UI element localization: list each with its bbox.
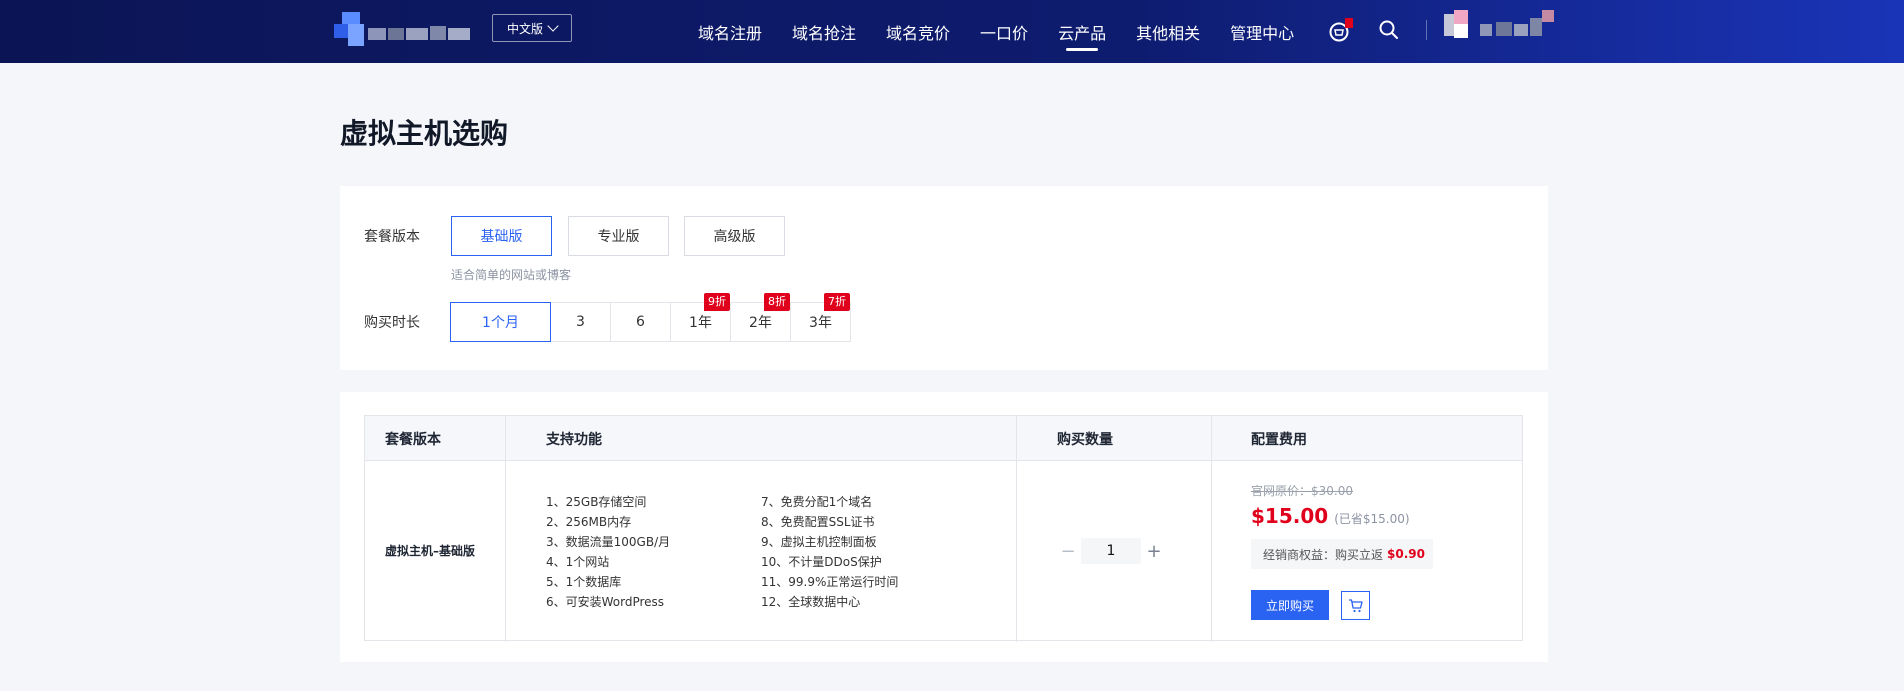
col-price: 配置费用 <box>1251 431 1307 448</box>
reseller-rebate: 经销商权益：购买立返 $0.90 <box>1251 539 1433 569</box>
duration-option-3y[interactable]: 3年 7折 <box>790 293 851 342</box>
column-divider <box>505 416 506 642</box>
cloud-shop-icon[interactable] <box>1328 18 1353 42</box>
nav-management-center[interactable]: 管理中心 <box>1230 0 1294 63</box>
duration-label: 购买时长 <box>364 315 420 331</box>
discount-badge: 8折 <box>764 293 790 311</box>
col-quantity: 购买数量 <box>1057 431 1113 448</box>
nav-cloud-products[interactable]: 云产品 <box>1058 0 1106 63</box>
plan-option-basic[interactable]: 基础版 <box>451 216 552 256</box>
header-divider <box>1426 20 1427 40</box>
feature-item: 6、可安装WordPress <box>546 595 665 609</box>
original-price: 官网原价：$30.00 <box>1251 484 1353 498</box>
col-features: 支持功能 <box>546 431 602 448</box>
discount-badge: 9折 <box>704 293 730 311</box>
nav-fixed-price[interactable]: 一口价 <box>980 0 1028 63</box>
duration-label-text: 1年 <box>689 315 712 331</box>
duration-option-3[interactable]: 3 <box>550 302 611 342</box>
nav-others[interactable]: 其他相关 <box>1136 0 1200 63</box>
plan-hint: 适合简单的网站或博客 <box>451 268 572 282</box>
feature-item: 9、虚拟主机控制面板 <box>761 535 877 549</box>
order-table: 套餐版本 支持功能 购买数量 配置费用 虚拟主机–基础版 1、25GB存储空间 … <box>364 415 1523 642</box>
duration-label-text: 6 <box>636 314 645 330</box>
top-nav-bar: 中文版 域名注册 域名抢注 域名竞价 一口价 云产品 其他相关 管理中心 <box>0 0 1904 63</box>
table-header: 套餐版本 支持功能 购买数量 配置费用 <box>365 416 1522 461</box>
discount-badge: 7折 <box>824 293 850 311</box>
cart-icon <box>1348 598 1363 612</box>
rebate-amount: $0.90 <box>1387 547 1425 561</box>
duration-option-1m[interactable]: 1个月 <box>450 302 551 342</box>
price-saved: (已省$15.00) <box>1334 512 1410 526</box>
feature-item: 3、数据流量100GB/月 <box>546 535 671 549</box>
config-panel: 套餐版本 基础版 专业版 高级版 适合简单的网站或博客 购买时长 1个月 3 6… <box>340 186 1548 370</box>
page-title: 虚拟主机选购 <box>340 117 509 150</box>
quantity-increase-button[interactable]: + <box>1141 538 1167 564</box>
feature-item: 12、全球数据中心 <box>761 595 861 609</box>
current-price-row: $15.00 (已省$15.00) <box>1251 504 1410 528</box>
nav-domain-register[interactable]: 域名注册 <box>698 0 762 63</box>
duration-label-text: 3年 <box>809 315 832 331</box>
user-avatar[interactable] <box>1444 10 1556 44</box>
duration-option-6[interactable]: 6 <box>610 302 671 342</box>
feature-item: 8、免费配置SSL证书 <box>761 515 875 529</box>
duration-label-text: 1个月 <box>482 315 519 331</box>
rebate-label: 经销商权益：购买立返 <box>1263 547 1384 562</box>
feature-item: 4、1个网站 <box>546 555 610 569</box>
site-logo[interactable] <box>334 10 474 48</box>
col-plan: 套餐版本 <box>385 431 441 448</box>
feature-item: 2、256MB内存 <box>546 515 632 529</box>
duration-label-text: 3 <box>576 314 585 330</box>
column-divider <box>1016 416 1017 642</box>
plan-option-advanced[interactable]: 高级版 <box>684 216 785 256</box>
quantity-input[interactable]: 1 <box>1081 538 1141 564</box>
add-to-cart-button[interactable] <box>1341 591 1370 620</box>
feature-item: 10、不计量DDoS保护 <box>761 555 882 569</box>
plan-label: 套餐版本 <box>364 229 420 245</box>
feature-item: 1、25GB存储空间 <box>546 495 647 509</box>
duration-label-text: 2年 <box>749 315 772 331</box>
nav-domain-backorder[interactable]: 域名抢注 <box>792 0 856 63</box>
column-divider <box>1211 416 1212 642</box>
buy-now-button[interactable]: 立即购买 <box>1251 590 1329 620</box>
quantity-stepper: − 1 + <box>1055 538 1167 564</box>
current-price: $15.00 <box>1251 504 1329 528</box>
duration-option-1y[interactable]: 1年 9折 <box>670 293 731 342</box>
duration-options: 1个月 3 6 1年 9折 2年 8折 3年 7折 <box>450 293 851 342</box>
plan-option-pro[interactable]: 专业版 <box>568 216 669 256</box>
language-label: 中文版 <box>506 21 543 36</box>
nav-domain-auction[interactable]: 域名竞价 <box>886 0 950 63</box>
feature-item: 11、99.9%正常运行时间 <box>761 575 899 589</box>
quantity-decrease-button[interactable]: − <box>1055 538 1081 564</box>
feature-list-right: 7、免费分配1个域名 8、免费配置SSL证书 9、虚拟主机控制面板 10、不计量… <box>761 492 898 612</box>
product-name: 虚拟主机–基础版 <box>385 544 476 558</box>
language-selector[interactable]: 中文版 <box>492 14 572 42</box>
chevron-down-icon <box>547 20 559 32</box>
feature-list-left: 1、25GB存储空间 2、256MB内存 3、数据流量100GB/月 4、1个网… <box>546 492 670 612</box>
feature-item: 5、1个数据库 <box>546 575 622 589</box>
feature-item: 7、免费分配1个域名 <box>761 495 873 509</box>
order-panel: 套餐版本 支持功能 购买数量 配置费用 虚拟主机–基础版 1、25GB存储空间 … <box>340 392 1548 662</box>
duration-option-2y[interactable]: 2年 8折 <box>730 293 791 342</box>
main-nav: 域名注册 域名抢注 域名竞价 一口价 云产品 其他相关 管理中心 <box>683 0 1309 63</box>
search-icon[interactable] <box>1378 19 1400 41</box>
